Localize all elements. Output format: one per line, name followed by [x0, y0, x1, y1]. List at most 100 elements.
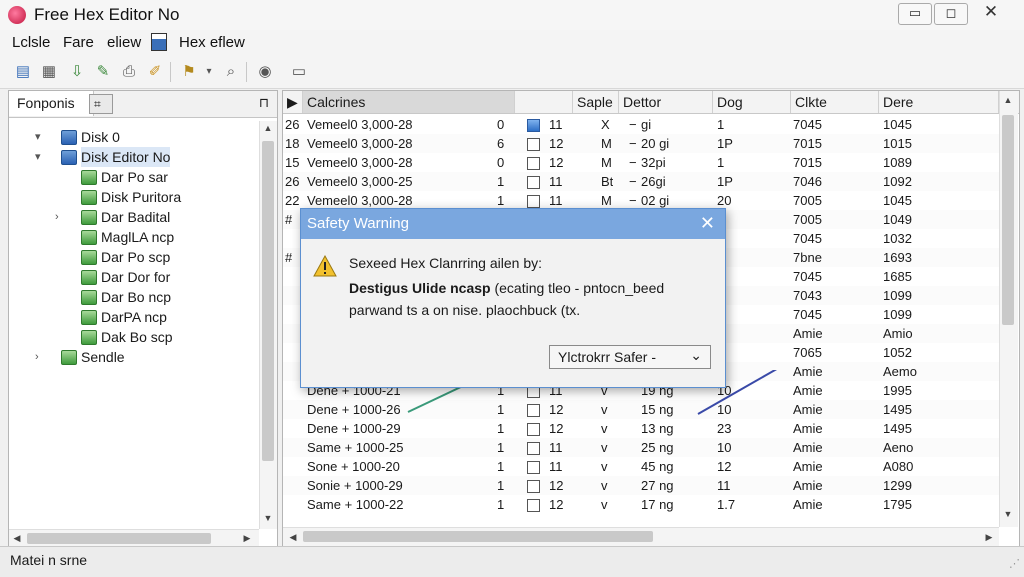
tree-item[interactable]: ▾ Disk 0: [9, 127, 249, 147]
scroll-thumb[interactable]: [27, 533, 211, 544]
scroll-left-icon[interactable]: ◀: [285, 532, 301, 543]
scroll-down-icon[interactable]: ▼: [1000, 509, 1016, 519]
tree-item[interactable]: Dar Dor for: [9, 267, 249, 287]
left-vertical-scrollbar[interactable]: ▲ ▼: [259, 121, 277, 529]
column-header[interactable]: [515, 91, 573, 113]
close-window-button[interactable]: ✕: [975, 3, 1007, 23]
tree-item[interactable]: › Dar Badital: [9, 207, 249, 227]
grid-horizontal-scrollbar[interactable]: ◀ ▶: [283, 527, 999, 546]
left-panel: Fonponis ⌗ ⊓ ▾ Disk 0 ▾ Disk Editor No Dar P…: [8, 90, 278, 548]
dropdown-arrow-icon[interactable]: ▾: [200, 63, 218, 81]
scroll-down-icon[interactable]: ▼: [260, 513, 276, 523]
new-file-icon[interactable]: ▤: [14, 63, 32, 81]
row-checkbox[interactable]: [527, 480, 540, 493]
find-icon[interactable]: ⌕: [222, 63, 240, 81]
row-checkbox[interactable]: [527, 195, 540, 208]
highlight-icon[interactable]: ✐: [146, 63, 164, 81]
expand-arrow-icon[interactable]: ▾: [35, 147, 47, 167]
table-cell: Sonie + 1000-29: [307, 478, 403, 493]
table-cell: Amie: [793, 478, 823, 493]
column-header[interactable]: Calcrines: [303, 91, 515, 113]
row-checkbox[interactable]: [527, 499, 540, 512]
tree-item[interactable]: Dar Po sar: [9, 167, 249, 187]
bookmark-icon[interactable]: ⚑: [180, 63, 198, 81]
maximize-button[interactable]: ◻: [934, 3, 968, 25]
left-horizontal-scrollbar[interactable]: ◀ ▶: [9, 529, 259, 547]
column-header[interactable]: Dere: [879, 91, 999, 113]
tools-icon[interactable]: ✎: [94, 63, 112, 81]
table-row[interactable]: Dene + 1000-29 1 12 v 13 ng 23 Amie 1495: [283, 419, 999, 438]
tree-item[interactable]: Dar Bo ncp: [9, 287, 249, 307]
safety-mode-select[interactable]: Ylctrokrr Safer - ⌄: [549, 345, 711, 369]
row-checkbox[interactable]: [527, 176, 540, 189]
table-cell: 26: [285, 174, 300, 189]
column-header[interactable]: Dettor: [619, 91, 713, 113]
table-cell: 1995: [883, 383, 912, 398]
tree-item[interactable]: ▾ Disk Editor No: [9, 147, 249, 167]
table-row[interactable]: Sonie + 1000-29 1 12 v 27 ng 11 Amie 1299: [283, 476, 999, 495]
grid-vertical-scrollbar[interactable]: ▲ ▼: [999, 91, 1018, 527]
tree-item[interactable]: › Sendle: [9, 347, 249, 367]
scroll-up-icon[interactable]: ▲: [260, 123, 276, 133]
table-row[interactable]: 15 Vemeel0 3,000-28 0 12 M −32pi 1 7015 1089: [283, 153, 999, 172]
tree-item[interactable]: Dar Po scp: [9, 247, 249, 267]
scroll-thumb[interactable]: [262, 141, 274, 461]
tree-item[interactable]: MaglLA ncp: [9, 227, 249, 247]
row-checkbox[interactable]: [527, 157, 540, 170]
table-cell: Vemeel0 3,000-28: [307, 155, 413, 170]
minimize-button[interactable]: ▭: [898, 3, 932, 25]
table-cell: 12: [549, 497, 564, 512]
print-icon[interactable]: ⎙: [120, 63, 138, 81]
status-text: Matei n srne: [10, 552, 88, 568]
open-drive-icon[interactable]: ▦: [40, 63, 58, 81]
pin-icon[interactable]: ⌗: [89, 94, 113, 114]
table-row[interactable]: Same + 1000-25 1 11 v 25 ng 10 Amie Aeno: [283, 438, 999, 457]
scroll-right-icon[interactable]: ▶: [981, 532, 997, 543]
menu-item-view[interactable]: eliew: [107, 34, 141, 51]
tree-item-label: MaglLA ncp: [101, 229, 175, 245]
table-cell: 10: [717, 440, 732, 455]
scroll-thumb[interactable]: [303, 531, 653, 542]
tree-item[interactable]: DarPA ncp: [9, 307, 249, 327]
row-checkbox[interactable]: [527, 461, 540, 474]
expand-arrow-icon[interactable]: ›: [35, 347, 47, 367]
tree-item[interactable]: Dak Bo scp: [9, 327, 249, 347]
table-row[interactable]: 18 Vemeel0 3,000-28 6 12 M −20 gi 1P 7015 1015: [283, 134, 999, 153]
save-icon[interactable]: ⇩: [68, 63, 86, 81]
tab-properties[interactable]: Fonponis: [9, 91, 94, 116]
header-row-selector[interactable]: ▶: [283, 91, 303, 113]
table-row[interactable]: Sone + 1000-20 1 11 v 45 ng 12 Amie A080: [283, 457, 999, 476]
dialog-close-icon[interactable]: ✕: [700, 213, 715, 234]
resize-grip-icon[interactable]: ⋰: [1009, 557, 1020, 570]
row-checkbox[interactable]: [527, 138, 540, 151]
table-cell: 1495: [883, 421, 912, 436]
menu-item-edit[interactable]: Fare: [63, 34, 94, 51]
search-icon[interactable]: ◉: [256, 63, 274, 81]
row-checkbox[interactable]: [527, 442, 540, 455]
panel-close-icon[interactable]: ⊓: [259, 95, 269, 111]
table-row[interactable]: Same + 1000-22 1 12 v 17 ng 1.7 Amie 1795: [283, 495, 999, 514]
scroll-right-icon[interactable]: ▶: [239, 533, 255, 544]
scroll-up-icon[interactable]: ▲: [1000, 95, 1016, 105]
column-header[interactable]: Dog: [713, 91, 791, 113]
table-cell: 1: [497, 440, 505, 455]
table-cell: −: [629, 136, 637, 151]
table-cell: 7043: [793, 288, 822, 303]
column-header[interactable]: Saple: [573, 91, 619, 113]
menu-item-file[interactable]: Lclsle: [12, 34, 50, 51]
row-checkbox[interactable]: [527, 423, 540, 436]
scroll-left-icon[interactable]: ◀: [9, 533, 25, 544]
expand-arrow-icon[interactable]: ›: [55, 207, 67, 227]
tree-item[interactable]: Disk Puritora: [9, 187, 249, 207]
chevron-down-icon: ⌄: [690, 347, 702, 363]
table-row[interactable]: 26 Vemeel0 3,000-28 0 11 X − gi 1 7045 1045: [283, 115, 999, 134]
scroll-thumb[interactable]: [1002, 115, 1014, 325]
column-header[interactable]: Clkte: [791, 91, 879, 113]
table-cell: 7005: [793, 193, 822, 208]
table-row[interactable]: 26 Vemeel0 3,000-25 1 11 Bt −26gi 1P 7046 1092: [283, 172, 999, 191]
row-checkbox[interactable]: [527, 119, 540, 132]
table-cell: 1P: [717, 136, 733, 151]
expand-arrow-icon[interactable]: ▾: [35, 127, 47, 147]
menu-item-hex-view[interactable]: Hex eflew: [179, 34, 245, 51]
terminal-icon[interactable]: ▭: [290, 63, 308, 81]
